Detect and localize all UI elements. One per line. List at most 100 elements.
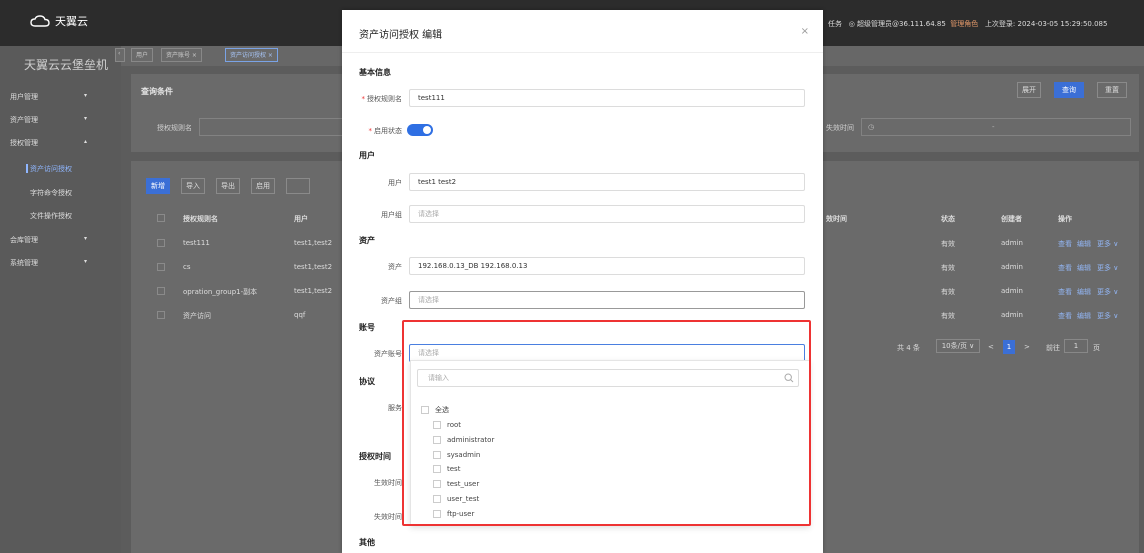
rule-name-filter-input[interactable]: [199, 118, 349, 136]
col-header-name: 授权规则名: [183, 215, 218, 223]
row-checkbox[interactable]: [157, 287, 165, 295]
col-header-time: 效时间: [826, 215, 847, 223]
edit-link[interactable]: 编辑: [1077, 239, 1091, 249]
reset-button[interactable]: 重置: [1097, 82, 1127, 98]
tab-asset-accounts[interactable]: 资产账号 ×: [161, 48, 202, 62]
logo-text: 天翼云: [55, 15, 88, 28]
cell-creator: admin: [1001, 239, 1023, 247]
chevron-down-icon: ▾: [84, 258, 88, 265]
more-toolbar-button[interactable]: [286, 178, 310, 194]
pagination-total: 共 4 条: [897, 344, 920, 352]
cell-user: test1,test2: [294, 263, 333, 271]
cell-user: test1,test2: [294, 287, 333, 295]
edit-link[interactable]: 编辑: [1077, 287, 1091, 297]
section-protocol: 协议: [359, 377, 375, 386]
required-mark: *: [361, 95, 366, 103]
highlight-box: [402, 320, 811, 526]
chevron-down-icon: ▾: [84, 92, 88, 99]
last-login: 上次登录: 2024-03-05 15:29:50.085: [984, 20, 1108, 28]
page-unit-label: 页: [1093, 344, 1100, 352]
view-link[interactable]: 查看: [1058, 287, 1072, 297]
sidebar-item-asset-mgmt[interactable]: 资产管理 ▾: [10, 115, 110, 125]
dialog-title: 资产访问授权 编辑: [359, 30, 443, 41]
logo: 天翼云: [30, 13, 88, 29]
cell-user: test1,test2: [294, 239, 333, 247]
enable-button[interactable]: 启用: [251, 178, 275, 194]
user-label: 用户: [388, 179, 402, 187]
sidebar-item-file-auth[interactable]: 文件操作授权: [30, 211, 72, 221]
divider: [342, 52, 823, 53]
close-icon[interactable]: ×: [801, 26, 809, 37]
cell-name: 资产访问: [183, 312, 211, 320]
search-button[interactable]: 查询: [1054, 82, 1084, 98]
current-page[interactable]: 1: [1003, 340, 1015, 354]
current-user[interactable]: 超级管理员@36.111.64.85: [857, 20, 946, 28]
sidebar-item-asset-access-auth[interactable]: 资产访问授权: [26, 164, 72, 174]
sidebar-item-auth-mgmt[interactable]: 授权管理 ▴: [10, 138, 110, 148]
prev-page-icon[interactable]: <: [988, 343, 994, 351]
more-link[interactable]: 更多 ∨: [1097, 311, 1118, 321]
section-time: 授权时间: [359, 452, 391, 461]
chevron-down-icon: ▾: [84, 115, 88, 122]
page-size-select[interactable]: 10条/页 ∨: [936, 339, 980, 353]
cell-status: 有效: [941, 264, 955, 272]
section-other: 其他: [359, 538, 375, 547]
select-all-rows-checkbox[interactable]: [157, 214, 165, 222]
sidebar-item-command-auth[interactable]: 字符命令授权: [30, 188, 72, 198]
account-label: 资产账号: [374, 350, 402, 358]
more-link[interactable]: 更多 ∨: [1097, 263, 1118, 273]
import-button[interactable]: 导入: [181, 178, 205, 194]
tasks-link[interactable]: 任务: [828, 20, 842, 28]
row-checkbox[interactable]: [157, 311, 165, 319]
sidebar: 天翼云云堡垒机 用户管理 ▾ 资产管理 ▾ 授权管理 ▴ 资产访问授权 字符命令授权 …: [0, 46, 121, 553]
section-user: 用户: [359, 151, 375, 160]
col-header-status: 状态: [941, 215, 955, 223]
enable-toggle[interactable]: [407, 124, 433, 136]
tab-asset-access-auth[interactable]: 资产访问授权 ×: [225, 48, 278, 62]
query-title: 查询条件: [141, 87, 173, 96]
usergroup-label: 用户组: [381, 211, 402, 219]
view-link[interactable]: 查看: [1058, 263, 1072, 273]
sidebar-item-vault-mgmt[interactable]: 会库管理 ▾: [10, 235, 110, 245]
role-menu[interactable]: 管理角色: [950, 20, 978, 28]
enable-status-label: * 启用状态: [368, 127, 403, 135]
assetgroup-select[interactable]: 请选择: [409, 291, 805, 309]
sidebar-item-user-mgmt[interactable]: 用户管理 ▾: [10, 92, 110, 102]
cell-creator: admin: [1001, 263, 1023, 271]
expire-time-label: 失效时间: [374, 513, 402, 521]
edit-link[interactable]: 编辑: [1077, 311, 1091, 321]
goto-page-input[interactable]: 1: [1064, 339, 1088, 353]
service-label: 服务: [388, 404, 402, 412]
edit-link[interactable]: 编辑: [1077, 263, 1091, 273]
more-link[interactable]: 更多 ∨: [1097, 287, 1118, 297]
tab-users[interactable]: 用户: [131, 48, 154, 62]
rule-name-input[interactable]: test111: [409, 89, 805, 107]
expire-filter-input[interactable]: ◷ -: [861, 118, 1131, 136]
top-info: 任务 ◎ 超级管理员@36.111.64.85 管理角色 上次登录: 2024-…: [828, 19, 1107, 29]
asset-select[interactable]: 192.168.0.13_DB 192.168.0.13: [409, 257, 805, 275]
view-link[interactable]: 查看: [1058, 311, 1072, 321]
add-button[interactable]: 新增: [146, 178, 170, 194]
sidebar-item-system-mgmt[interactable]: 系统管理 ▾: [10, 258, 110, 268]
row-checkbox[interactable]: [157, 263, 165, 271]
section-asset: 资产: [359, 236, 375, 245]
tabs-scroll-left-icon[interactable]: ‹: [115, 48, 125, 62]
usergroup-select[interactable]: 请选择: [409, 205, 805, 223]
expand-button[interactable]: 展开: [1017, 82, 1041, 98]
asset-label: 资产: [388, 263, 402, 271]
section-basic: 基本信息: [359, 68, 391, 77]
row-checkbox[interactable]: [157, 239, 165, 247]
col-header-ops: 操作: [1058, 215, 1072, 223]
clock-icon: ◷: [868, 123, 875, 131]
cloud-logo-icon: [30, 14, 50, 27]
user-select[interactable]: test1 test2: [409, 173, 805, 191]
more-link[interactable]: 更多 ∨: [1097, 239, 1118, 249]
required-mark: *: [368, 127, 373, 135]
cell-name: opration_group1-副本: [183, 288, 258, 296]
brand-title: 天翼云云堡垒机: [24, 58, 109, 72]
view-link[interactable]: 查看: [1058, 239, 1072, 249]
next-page-icon[interactable]: >: [1024, 343, 1030, 351]
export-button[interactable]: 导出: [216, 178, 240, 194]
col-header-user: 用户: [294, 215, 308, 223]
expire-filter-label: 失效时间: [826, 124, 854, 132]
